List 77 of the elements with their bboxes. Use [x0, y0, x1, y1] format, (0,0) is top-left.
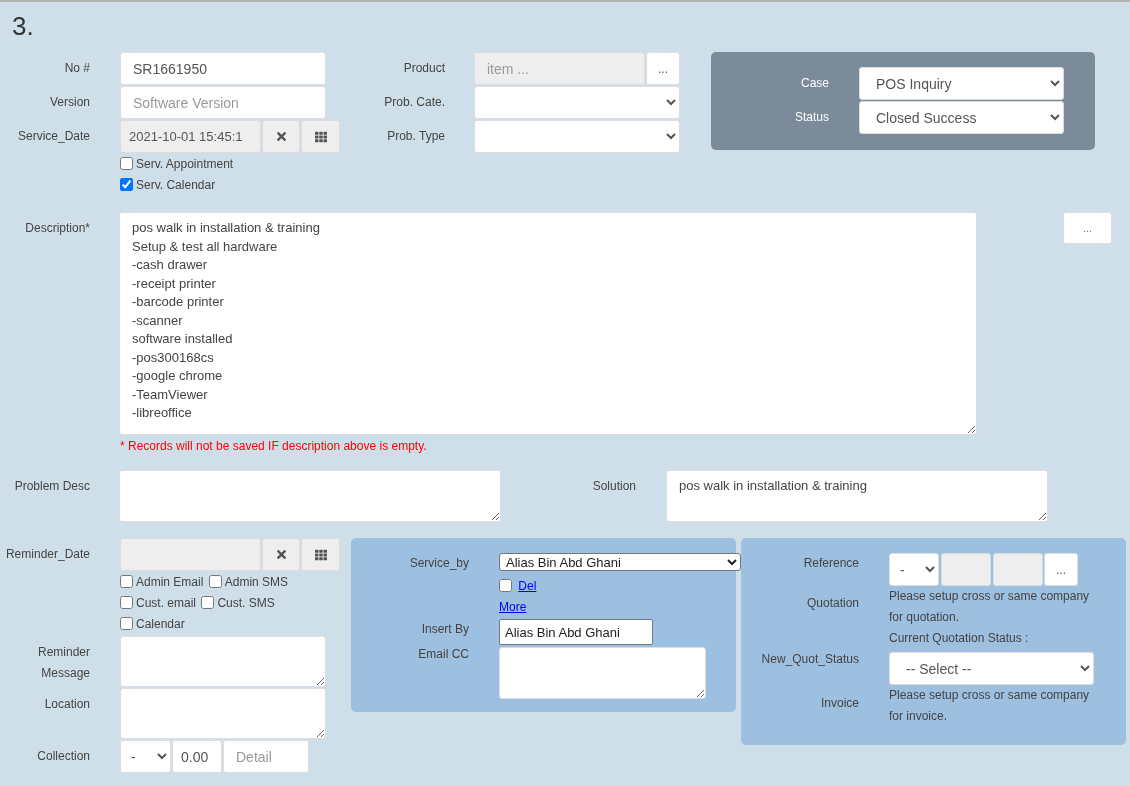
- close-icon: [274, 548, 288, 561]
- field-label: Reference: [803, 555, 859, 572]
- checkbox[interactable]: [120, 596, 133, 609]
- field-label: Service_by: [409, 555, 469, 572]
- more-button[interactable]: ...: [1063, 212, 1112, 244]
- checkbox-label: Serv. Appointment: [136, 157, 234, 171]
- checkbox[interactable]: [120, 178, 133, 191]
- field-label: No #: [64, 60, 90, 77]
- message-field[interactable]: [120, 636, 326, 687]
- checkbox-label: Cust. email: [136, 596, 197, 610]
- solution-field[interactable]: pos walk in installation & training: [666, 470, 1048, 522]
- quotation-note: Please setup cross or same company for quotation.: [889, 588, 1091, 626]
- field-label: Problem Desc: [14, 478, 90, 495]
- product-field[interactable]: item ...: [474, 52, 645, 85]
- field-label: Status: [794, 109, 829, 126]
- field-label: Collection: [37, 748, 90, 765]
- amount-field[interactable]: 0.00: [172, 740, 222, 773]
- checkbox[interactable]: [120, 617, 133, 630]
- field-label: Email CC: [418, 646, 469, 663]
- field-label: New_Quot_Status: [761, 651, 859, 668]
- checkbox-label: Admin Email: [136, 575, 204, 589]
- reference-field[interactable]: [941, 553, 991, 586]
- problem-field[interactable]: [119, 470, 501, 522]
- insert-by-field[interactable]: Alias Bin Abd Ghani: [499, 619, 653, 645]
- field-label: Reminder_Date: [5, 546, 90, 563]
- quotation-status-select[interactable]: -- Select --: [889, 652, 1094, 685]
- reference-field[interactable]: [993, 553, 1043, 586]
- field-label: Version: [49, 94, 90, 111]
- warning-text: * Records will not be saved IF description above is empty.: [120, 438, 427, 454]
- collection-select[interactable]: -: [120, 740, 171, 773]
- checkbox[interactable]: [201, 596, 215, 609]
- location-field[interactable]: [120, 688, 326, 739]
- field-label: Quotation: [806, 595, 859, 612]
- checkbox[interactable]: [120, 575, 133, 588]
- checkbox-label: Calendar: [136, 617, 185, 631]
- reference-select[interactable]: -: [889, 553, 939, 586]
- field-label: Service_Date: [17, 128, 90, 145]
- clear-button[interactable]: [262, 120, 300, 153]
- clear-button[interactable]: [262, 538, 300, 571]
- field-label: Solution: [592, 478, 636, 495]
- section-heading: 3.: [12, 10, 34, 42]
- more-link[interactable]: More: [499, 600, 527, 614]
- invoice-note: Please setup cross or same company for invoice.: [889, 687, 1091, 725]
- field-label: Prob. Type: [387, 128, 445, 145]
- date-field[interactable]: [120, 538, 261, 571]
- field-label: Invoice: [820, 695, 859, 712]
- date-field[interactable]: 2021-10-01 15:45:1: [120, 120, 261, 153]
- browse-button[interactable]: ...: [646, 52, 680, 85]
- description-field[interactable]: pos walk in installation & training Setup & test all hardware -cash drawer -receipt printer -barcode printer -scanner software installed -pos300168cs -google chrome -TeamViewer -libreoffice: [119, 212, 977, 435]
- field-label: Description*: [25, 220, 90, 237]
- field-label: Reminder Message: [36, 644, 90, 682]
- field-label: Case: [801, 75, 829, 92]
- calendar-button[interactable]: [301, 120, 340, 153]
- checkbox-label: Admin SMS: [224, 575, 289, 589]
- detail-field[interactable]: Detail: [223, 740, 309, 773]
- calendar-button[interactable]: [301, 538, 340, 571]
- version-field[interactable]: Software Version: [120, 86, 326, 119]
- checkbox-label: Serv. Calendar: [136, 178, 216, 192]
- quotation-status: Current Quotation Status :: [889, 630, 1030, 647]
- browse-button[interactable]: ...: [1044, 553, 1078, 586]
- grid-icon: [314, 548, 327, 561]
- checkbox[interactable]: [120, 157, 133, 170]
- field-label: Insert By: [421, 621, 469, 638]
- case-select[interactable]: POS Inquiry: [859, 67, 1064, 100]
- status-select[interactable]: Closed Success: [859, 101, 1064, 134]
- checkbox[interactable]: [208, 575, 222, 588]
- field-label: Prob. Cate.: [384, 94, 445, 111]
- number-field[interactable]: SR1661950: [120, 52, 326, 85]
- checkbox-label: Cust. SMS: [217, 596, 275, 610]
- checkbox[interactable]: [499, 579, 512, 592]
- close-icon: [274, 130, 288, 143]
- email-cc-field[interactable]: [499, 647, 706, 699]
- field-label: Location: [44, 696, 90, 713]
- delete-link[interactable]: Del: [518, 579, 537, 593]
- staff-select[interactable]: Alias Bin Abd Ghani: [499, 553, 741, 571]
- field-label: Product: [403, 60, 445, 77]
- grid-icon: [314, 130, 327, 143]
